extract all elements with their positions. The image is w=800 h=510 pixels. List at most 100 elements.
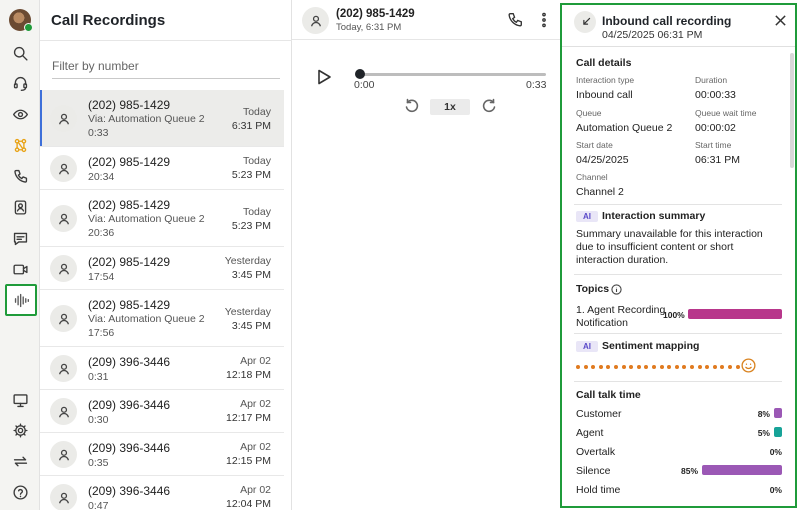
sentiment-dot [644, 365, 649, 369]
call-duration: 0:47 [88, 500, 109, 510]
sentiment-dot [674, 365, 679, 369]
list-item[interactable]: (202) 985-1429 20:34 Today 5:23 PM [40, 147, 284, 190]
play-button[interactable] [314, 67, 334, 87]
sentiment-dot [583, 365, 588, 369]
caller-avatar [50, 441, 77, 468]
topics-heading: Topics [576, 283, 610, 295]
call-day: Today [242, 155, 271, 167]
monitor-icon[interactable] [6, 386, 34, 414]
eye-icon[interactable] [6, 100, 34, 128]
queue-wait-value: 00:00:02 [695, 122, 736, 134]
playback-scrubber-handle[interactable] [355, 69, 365, 79]
caller-avatar [50, 205, 77, 232]
help-icon[interactable] [6, 478, 34, 506]
sentiment-dot [598, 365, 603, 369]
fast-forward-icon[interactable] [481, 98, 497, 114]
caller-avatar [302, 7, 329, 34]
close-icon[interactable] [774, 14, 787, 27]
chat-icon[interactable] [6, 224, 34, 252]
person-icon [58, 363, 69, 374]
contacts-icon[interactable] [6, 193, 34, 221]
recording-details-panel: Inbound call recording 04/25/2025 06:31 … [560, 3, 797, 508]
details-scrollbar[interactable] [790, 53, 794, 168]
list-item[interactable]: (209) 396-3446 0:47 Apr 02 12:04 PM [40, 476, 284, 510]
presence-status-dot [24, 23, 33, 32]
talk-time-percent: 0% [769, 447, 782, 457]
sentiment-dot [652, 365, 656, 369]
call-time: 5:23 PM [231, 169, 271, 181]
call-time: 12:18 PM [226, 369, 271, 381]
recording-player-panel: (202) 985-1429 Today, 6:31 PM 0:00 0:33 … [292, 0, 560, 510]
list-item[interactable]: (202) 985-1429 Via: Automation Queue 2 0:3… [40, 90, 284, 147]
interaction-type-label: Interaction type [576, 75, 635, 85]
sentiment-dot [705, 365, 710, 369]
sentiment-dot [667, 365, 672, 369]
caller-avatar [50, 398, 77, 425]
list-item[interactable]: (209) 396-3446 0:30 Apr 02 12:17 PM [40, 390, 284, 433]
talk-time-bar [774, 408, 782, 418]
person-icon [58, 449, 69, 460]
sentiment-dot [614, 365, 618, 369]
sentiment-dot [735, 365, 740, 369]
call-details-heading: Call details [576, 57, 632, 69]
section-divider [574, 381, 782, 382]
sentiment-dot [621, 365, 626, 369]
list-item[interactable]: (209) 396-3446 0:31 Apr 02 12:18 PM [40, 347, 284, 390]
queue-label: Via: Automation Queue 2 [88, 113, 205, 125]
talk-time-bar-fill [702, 465, 782, 475]
player-call-date: Today, 6:31 PM [336, 22, 402, 33]
channel-value: Channel 2 [576, 186, 624, 198]
list-item[interactable]: (202) 985-1429 Via: Automation Queue 2 20:… [40, 190, 284, 247]
call-day: Apr 02 [240, 398, 271, 410]
list-item[interactable]: (202) 985-1429 Via: Automation Queue 2 17:… [40, 290, 284, 347]
playback-progress-track[interactable] [358, 73, 546, 76]
header-divider [40, 40, 292, 41]
talk-time-bar-fill [774, 427, 782, 437]
talk-time-label: Agent [576, 427, 604, 439]
sentiment-dot [690, 365, 694, 369]
call-day: Today [242, 206, 271, 218]
details-datetime: 04/25/2025 06:31 PM [602, 29, 703, 41]
call-time: 5:23 PM [231, 220, 271, 232]
list-item[interactable]: (209) 396-3446 0:35 Apr 02 12:15 PM [40, 433, 284, 476]
sentiment-dot [712, 365, 717, 369]
call-day: Yesterday [224, 255, 271, 267]
filter-by-number-input[interactable] [52, 54, 280, 79]
duration-value: 00:00:33 [695, 89, 736, 101]
talk-time-label: Overtalk [576, 446, 616, 458]
topic-bar [688, 309, 782, 319]
topic-percent: 100% [663, 310, 685, 320]
call-time: 12:04 PM [226, 498, 271, 510]
rewind-icon[interactable] [404, 98, 420, 114]
caller-number: (202) 985-1429 [88, 298, 171, 312]
person-icon [58, 113, 69, 124]
more-options-icon[interactable] [536, 11, 552, 29]
headset-icon[interactable] [6, 69, 34, 97]
queue-label: Via: Automation Queue 2 [88, 213, 205, 225]
interaction-summary-heading: Interaction summary [602, 210, 706, 222]
person-icon [58, 263, 69, 274]
transfer-arrows-icon[interactable] [6, 447, 34, 475]
sentiment-dot [720, 365, 725, 369]
call-recordings-waveform-icon[interactable] [5, 284, 37, 316]
queue-label: Queue [576, 108, 602, 118]
list-item[interactable]: (202) 985-1429 17:54 Yesterday 3:45 PM [40, 247, 284, 290]
person-icon [310, 15, 321, 26]
nav-rail [0, 0, 40, 510]
info-icon[interactable] [611, 284, 622, 295]
queue-wait-label: Queue wait time [695, 108, 757, 118]
phone-icon[interactable] [6, 162, 34, 190]
duration-label: Duration [695, 75, 728, 85]
settings-gear-icon[interactable] [6, 416, 34, 444]
interaction-summary-text: Summary unavailable for this interaction… [576, 228, 763, 266]
workflow-icon[interactable] [6, 131, 34, 159]
total-length: 0:33 [526, 79, 547, 91]
call-duration: 17:56 [88, 327, 115, 339]
playback-speed-button[interactable]: 1x [430, 99, 470, 115]
talk-time-percent: 8% [757, 409, 770, 419]
video-icon[interactable] [6, 255, 34, 283]
search-icon[interactable] [6, 39, 34, 67]
interaction-type-value: Inbound call [576, 89, 633, 101]
sentiment-dot [682, 365, 687, 369]
call-back-phone-icon[interactable] [506, 11, 524, 29]
